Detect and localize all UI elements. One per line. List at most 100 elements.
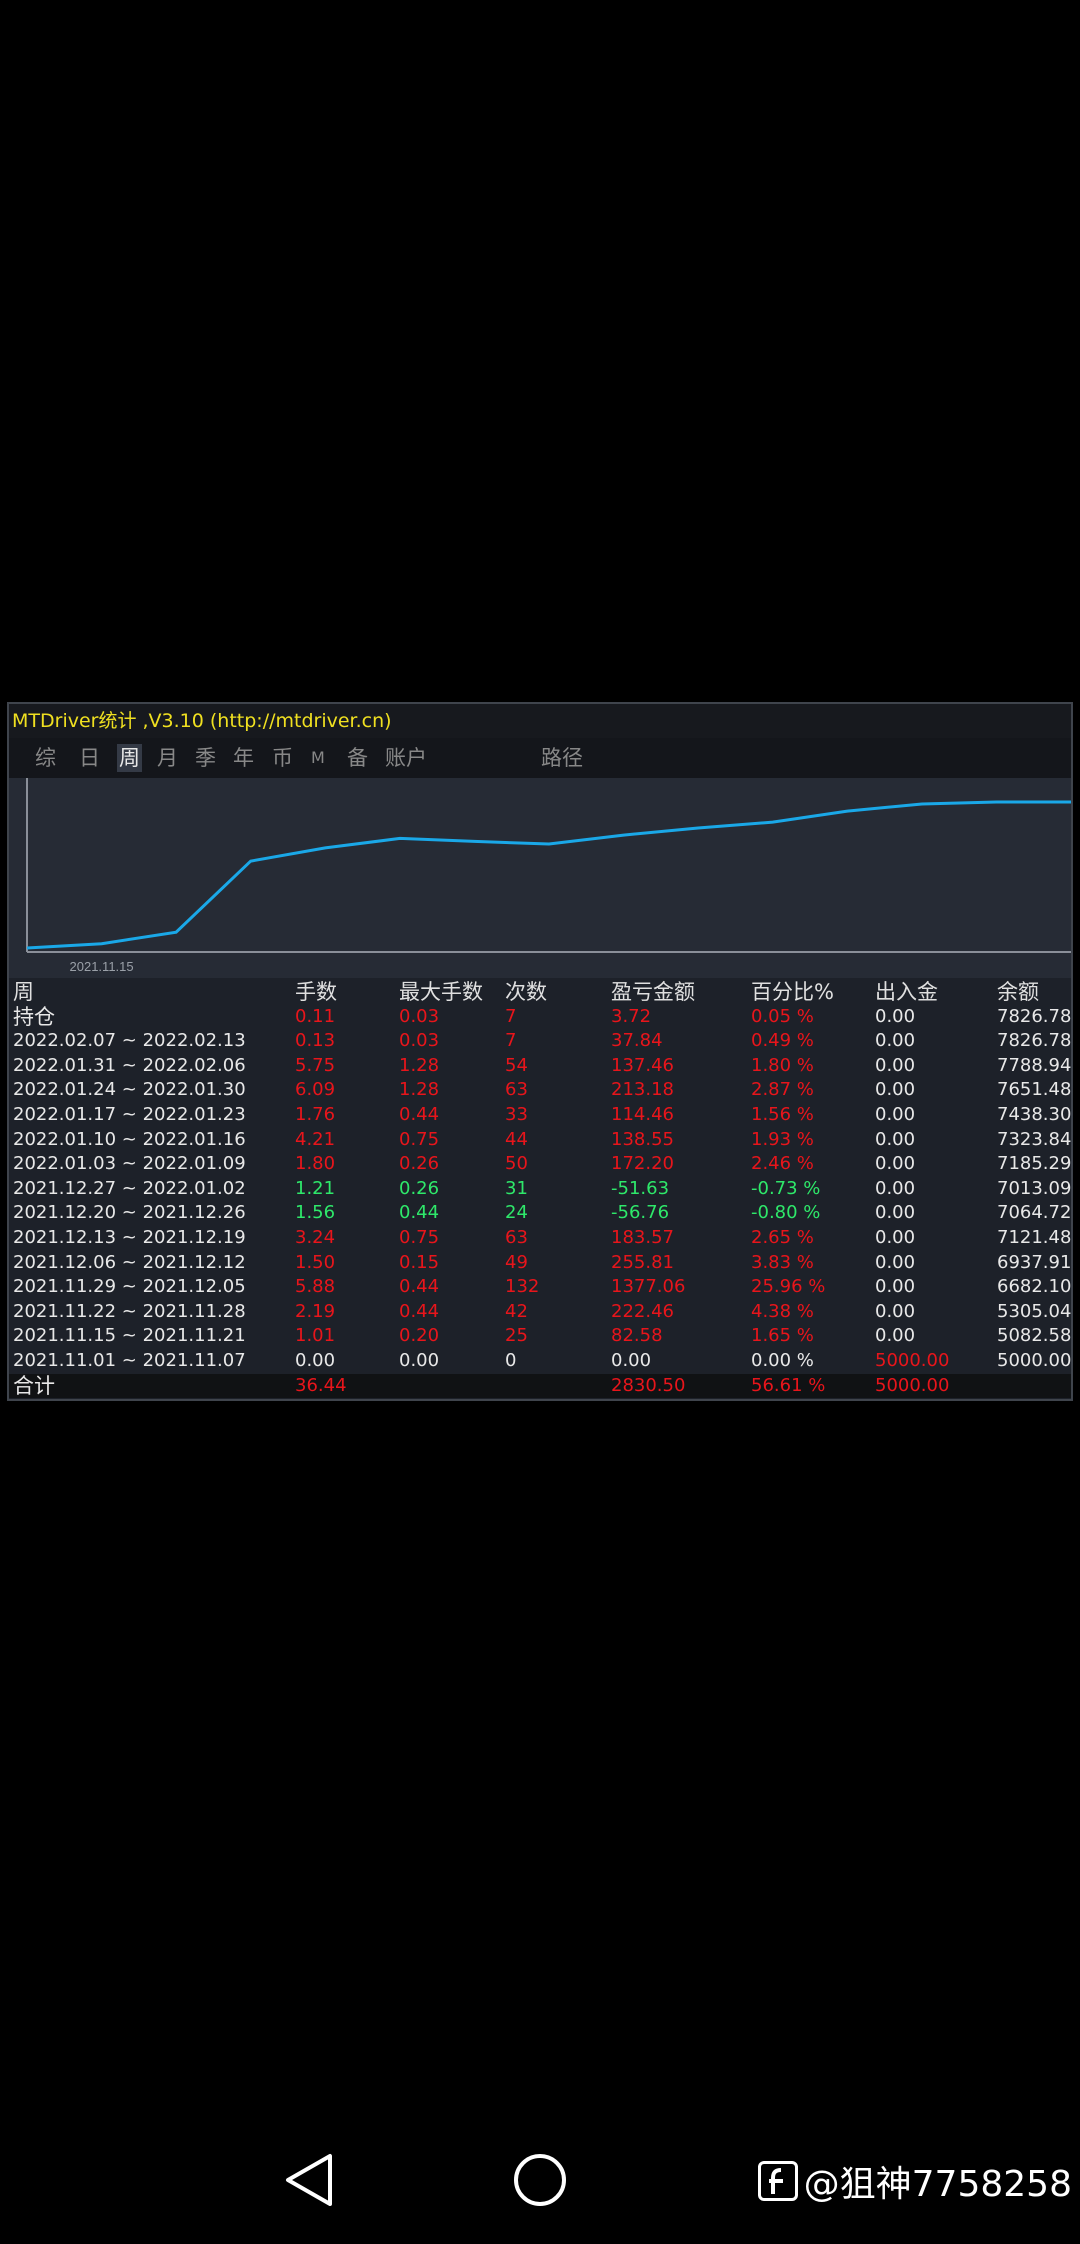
balance-chart-svg: 2021.11.15 xyxy=(26,778,1071,974)
table-cell: 172.20 xyxy=(611,1153,674,1175)
table-cell: -0.73 % xyxy=(751,1177,821,1199)
column-header[interactable]: 次数 xyxy=(505,980,547,1004)
table-row[interactable]: 2022.01.24 ~ 2022.01.30 6.09 1.28 63 213.18 2… xyxy=(9,1078,1071,1103)
table-cell: 5000.00 xyxy=(875,1374,950,1396)
table-row[interactable]: 2022.02.07 ~ 2022.02.13 0.13 0.03 7 37.84 0.4… xyxy=(9,1029,1071,1054)
table-cell: 1.80 xyxy=(295,1153,336,1175)
table-row[interactable]: 2022.01.31 ~ 2022.02.06 5.75 1.28 54 137.46 1… xyxy=(9,1054,1071,1079)
table-cell: 50 xyxy=(505,1153,528,1175)
table-cell: 138.55 xyxy=(611,1128,674,1150)
table-cell: 183.57 xyxy=(611,1226,674,1248)
table-cell: 7064.72 xyxy=(997,1202,1072,1224)
window-title: MTDriver统计 ,V3.10 (http://mtdriver.cn) xyxy=(9,704,1071,738)
table-cell: 7 xyxy=(505,1005,517,1027)
table-cell: 114.46 xyxy=(611,1103,674,1125)
back-icon[interactable] xyxy=(284,2152,334,2208)
tab-2[interactable]: 日 xyxy=(79,744,100,772)
table-cell: 82.58 xyxy=(611,1325,663,1347)
table-cell: 42 xyxy=(505,1300,528,1322)
table-row[interactable]: 2022.01.03 ~ 2022.01.09 1.80 0.26 50 172.20 2… xyxy=(9,1152,1071,1177)
table-row[interactable]: 2021.11.15 ~ 2021.11.21 1.01 0.20 25 82.58 1.… xyxy=(9,1324,1071,1349)
table-row[interactable]: 2021.11.29 ~ 2021.12.05 5.88 0.44 132 1377.0… xyxy=(9,1275,1071,1300)
table-cell: 49 xyxy=(505,1251,528,1273)
tab-1[interactable]: 综 xyxy=(35,744,56,772)
table-row[interactable]: 2021.11.01 ~ 2021.11.07 0.00 0.00 0 0.00 0.00… xyxy=(9,1349,1071,1374)
tab-4[interactable]: 月 xyxy=(157,744,178,772)
table-cell: 0.03 xyxy=(399,1005,440,1027)
table-cell: 132 xyxy=(505,1276,540,1298)
table-cell: 6682.10 xyxy=(997,1276,1072,1298)
table-cell: 36.44 xyxy=(295,1374,347,1396)
tab-8[interactable]: M xyxy=(311,744,325,772)
table-row[interactable]: 2021.12.20 ~ 2021.12.26 1.56 0.44 24 -56.76 -… xyxy=(9,1201,1071,1226)
table-cell: 1.01 xyxy=(295,1325,336,1347)
table-cell: 1.76 xyxy=(295,1103,336,1125)
column-header[interactable]: 出入金 xyxy=(875,980,938,1004)
table-cell: 7826.78 xyxy=(997,1030,1072,1052)
tab-9[interactable]: 备 xyxy=(347,744,368,772)
table-cell: 1.28 xyxy=(399,1054,440,1076)
table-cell: 0.26 xyxy=(399,1177,440,1199)
table-cell: 37.84 xyxy=(611,1030,663,1052)
home-icon[interactable] xyxy=(513,2153,567,2207)
table-cell: 0.00 xyxy=(875,1079,916,1101)
table-total-row[interactable]: 合计 36.44 2830.50 56.61 % 5000.00 xyxy=(9,1373,1071,1399)
table-row[interactable]: 2022.01.10 ~ 2022.01.16 4.21 0.75 44 138.55 1… xyxy=(9,1128,1071,1153)
tab-6[interactable]: 年 xyxy=(233,744,254,772)
table-cell: 7651.48 xyxy=(997,1079,1072,1101)
table-cell: -0.80 % xyxy=(751,1202,821,1224)
table-cell: 0.13 xyxy=(295,1030,336,1052)
table-cell: 持仓 xyxy=(13,1004,55,1029)
table-cell: 0.49 % xyxy=(751,1030,814,1052)
table-cell: 2022.01.31 ~ 2022.02.06 xyxy=(13,1054,246,1076)
table-cell: 0.00 xyxy=(875,1276,916,1298)
stats-window: MTDriver统计 ,V3.10 (http://mtdriver.cn) 综… xyxy=(7,702,1073,1401)
column-header[interactable]: 手数 xyxy=(295,980,337,1004)
table-cell: 255.81 xyxy=(611,1251,674,1273)
table-cell: 5000.00 xyxy=(997,1349,1072,1371)
tab-3[interactable]: 周 xyxy=(117,744,142,772)
table-cell: 2022.01.24 ~ 2022.01.30 xyxy=(13,1079,246,1101)
table-cell: 0.00 xyxy=(875,1202,916,1224)
table-cell: 0.00 xyxy=(875,1226,916,1248)
table-cell: 0.00 xyxy=(875,1005,916,1027)
column-header[interactable]: 最大手数 xyxy=(399,980,483,1004)
table-row[interactable]: 2021.12.27 ~ 2022.01.02 1.21 0.26 31 -51.63 -… xyxy=(9,1177,1071,1202)
table-row[interactable]: 2021.11.22 ~ 2021.11.28 2.19 0.44 42 222.46 4… xyxy=(9,1300,1071,1325)
table-cell: 2021.11.22 ~ 2021.11.28 xyxy=(13,1300,246,1322)
column-header[interactable]: 周 xyxy=(13,980,34,1004)
table-cell: 3.24 xyxy=(295,1226,336,1248)
table-cell: 0.00 xyxy=(875,1300,916,1322)
table-cell: 7185.29 xyxy=(997,1153,1072,1175)
table-cell: 31 xyxy=(505,1177,528,1199)
table-cell: 0.00 xyxy=(875,1103,916,1125)
table-cell: 5082.58 xyxy=(997,1325,1072,1347)
table-cell: 0.26 xyxy=(399,1153,440,1175)
table-cell: 3.83 % xyxy=(751,1251,814,1273)
table-cell: 0.75 xyxy=(399,1226,440,1248)
tab-7[interactable]: 币 xyxy=(272,744,293,772)
table-cell: 1.28 xyxy=(399,1079,440,1101)
table-row[interactable]: 2021.12.06 ~ 2021.12.12 1.50 0.15 49 255.81 3… xyxy=(9,1251,1071,1276)
table-cell: 1.56 % xyxy=(751,1103,814,1125)
table-cell: 0.00 xyxy=(295,1349,336,1371)
table-cell: 2830.50 xyxy=(611,1374,686,1396)
tab-10[interactable]: 账户 xyxy=(385,744,427,772)
table-cell: 7438.30 xyxy=(997,1103,1072,1125)
table-cell: 6.09 xyxy=(295,1079,336,1101)
table-row[interactable]: 持仓 0.11 0.03 7 3.72 0.05 % 0.00 7826.78 xyxy=(9,1005,1071,1030)
table-cell: 2021.12.20 ~ 2021.12.26 xyxy=(13,1202,246,1224)
table-row[interactable]: 2021.12.13 ~ 2021.12.19 3.24 0.75 63 183.57 2… xyxy=(9,1226,1071,1251)
tab-11[interactable]: 路径 xyxy=(541,744,583,772)
table-cell: 7013.09 xyxy=(997,1177,1072,1199)
table-cell: 2021.11.01 ~ 2021.11.07 xyxy=(13,1349,246,1371)
table-cell: 63 xyxy=(505,1079,528,1101)
table-row[interactable]: 2022.01.17 ~ 2022.01.23 1.76 0.44 33 114.46 1… xyxy=(9,1103,1071,1128)
column-header[interactable]: 盈亏金额 xyxy=(611,980,695,1004)
table-cell: 1.65 % xyxy=(751,1325,814,1347)
column-header[interactable]: 百分比% xyxy=(751,980,834,1004)
column-header[interactable]: 余额 xyxy=(997,980,1039,1004)
table-cell: 2021.11.29 ~ 2021.12.05 xyxy=(13,1276,246,1298)
tab-5[interactable]: 季 xyxy=(195,744,216,772)
table-cell: 1.93 % xyxy=(751,1128,814,1150)
